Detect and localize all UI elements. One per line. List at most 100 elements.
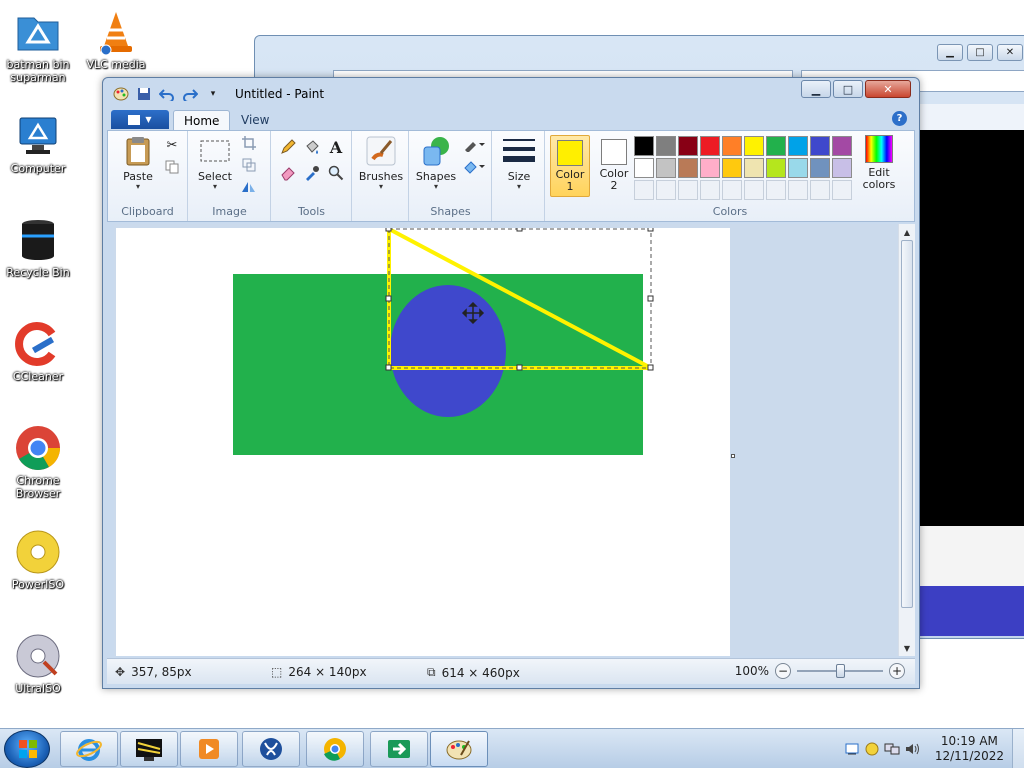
palette-color-swatch[interactable]	[634, 136, 654, 156]
palette-custom-slot[interactable]	[810, 180, 830, 200]
taskbar-video-player[interactable]	[180, 731, 238, 767]
desktop-icon-poweriso[interactable]: PowerISO	[0, 528, 76, 591]
taskbar-media-app[interactable]	[120, 731, 178, 767]
tab-view[interactable]: View	[231, 110, 279, 131]
palette-color-swatch[interactable]	[788, 158, 808, 178]
size-button[interactable]: Size ▾	[499, 135, 539, 191]
desktop-icon-batman[interactable]: batman bin suparman	[0, 8, 76, 84]
taskbar-app-4[interactable]	[242, 731, 300, 767]
palette-color-swatch[interactable]	[634, 158, 654, 178]
palette-color-swatch[interactable]	[744, 158, 764, 178]
close-button[interactable]: ✕	[865, 80, 911, 98]
palette-color-swatch[interactable]	[766, 136, 786, 156]
zoom-in-icon[interactable]: +	[889, 663, 905, 679]
palette-custom-slot[interactable]	[656, 180, 676, 200]
taskbar-ie[interactable]	[60, 731, 118, 767]
copy-icon[interactable]	[162, 157, 182, 177]
paint-app-icon[interactable]	[113, 86, 129, 102]
paste-button[interactable]: Paste ▾	[116, 135, 160, 191]
tab-home[interactable]: Home	[173, 110, 231, 131]
zoom-slider[interactable]	[797, 664, 883, 678]
rotate-icon[interactable]	[239, 177, 259, 197]
maximize-button[interactable]: □	[833, 80, 863, 98]
edit-colors-button[interactable]: Edit colors	[858, 135, 900, 191]
palette-color-swatch[interactable]	[766, 158, 786, 178]
zoom-out-icon[interactable]: −	[775, 663, 791, 679]
text-tool-icon[interactable]: A	[326, 137, 346, 157]
outline-icon[interactable]	[462, 135, 486, 155]
customize-qat-icon[interactable]: ▾	[205, 86, 221, 102]
color-picker-icon[interactable]	[302, 163, 322, 183]
zoom-slider-thumb[interactable]	[836, 664, 845, 678]
system-clock[interactable]: 10:19 AM 12/11/2022	[935, 734, 1004, 764]
network-icon[interactable]	[884, 741, 900, 757]
palette-color-swatch[interactable]	[832, 136, 852, 156]
disc-icon	[14, 632, 62, 680]
palette-custom-slot[interactable]	[634, 180, 654, 200]
palette-custom-slot[interactable]	[678, 180, 698, 200]
desktop-icon-computer[interactable]: Computer	[0, 112, 76, 175]
palette-color-swatch[interactable]	[832, 158, 852, 178]
palette-color-swatch[interactable]	[656, 136, 676, 156]
brushes-button[interactable]: Brushes ▾	[357, 135, 405, 191]
redo-icon[interactable]	[182, 86, 198, 102]
palette-custom-slot[interactable]	[788, 180, 808, 200]
palette-color-swatch[interactable]	[700, 158, 720, 178]
canvas-resize-handle[interactable]	[731, 454, 735, 458]
start-button[interactable]	[4, 730, 50, 768]
palette-color-swatch[interactable]	[810, 158, 830, 178]
fill-icon[interactable]	[302, 137, 322, 157]
color1-button[interactable]: Color 1	[550, 135, 590, 197]
palette-color-swatch[interactable]	[788, 136, 808, 156]
palette-custom-slot[interactable]	[766, 180, 786, 200]
magnifier-icon[interactable]	[326, 163, 346, 183]
vertical-scrollbar[interactable]: ▲ ▼	[898, 224, 915, 656]
palette-color-swatch[interactable]	[678, 158, 698, 178]
palette-custom-slot[interactable]	[722, 180, 742, 200]
drawing-canvas[interactable]	[116, 225, 730, 656]
eraser-icon[interactable]	[278, 163, 298, 183]
select-button[interactable]: Select ▾	[195, 135, 235, 191]
save-icon[interactable]	[136, 86, 152, 102]
action-center-icon[interactable]	[844, 741, 860, 757]
paint-menu-button[interactable]: ▼	[111, 110, 169, 129]
scroll-thumb[interactable]	[901, 240, 913, 608]
cut-icon[interactable]: ✂	[162, 135, 182, 155]
show-desktop-button[interactable]	[1012, 729, 1024, 768]
palette-color-swatch[interactable]	[678, 136, 698, 156]
undo-icon[interactable]	[159, 86, 175, 102]
close-icon[interactable]: ✕	[997, 44, 1023, 61]
maximize-icon[interactable]: □	[967, 44, 993, 61]
palette-color-swatch[interactable]	[656, 158, 676, 178]
crop-icon[interactable]	[239, 133, 259, 153]
desktop-icon-recycle-bin[interactable]: Recycle Bin	[0, 216, 76, 279]
fill-bucket-icon[interactable]	[462, 157, 486, 177]
volume-icon[interactable]	[904, 741, 920, 757]
taskbar-paint[interactable]	[430, 731, 488, 767]
desktop-icon-chrome[interactable]: Chrome Browser	[0, 424, 76, 500]
color2-button[interactable]: Color 2	[594, 135, 634, 197]
palette-color-swatch[interactable]	[700, 136, 720, 156]
palette-custom-slot[interactable]	[832, 180, 852, 200]
warning-icon[interactable]	[864, 741, 880, 757]
help-icon[interactable]: ?	[892, 111, 907, 126]
palette-color-swatch[interactable]	[722, 136, 742, 156]
desktop-icon-vlc[interactable]: VLC media	[78, 8, 154, 71]
title-bar[interactable]: ▾ Untitled - Paint ▁ □ ✕	[103, 78, 919, 108]
desktop-icon-ultraiso[interactable]: UltraISO	[0, 632, 76, 695]
palette-custom-slot[interactable]	[700, 180, 720, 200]
palette-color-swatch[interactable]	[744, 136, 764, 156]
minimize-icon[interactable]: ▁	[937, 44, 963, 61]
taskbar-chrome-app[interactable]	[306, 731, 364, 767]
taskbar-app-6[interactable]	[370, 731, 428, 767]
resize-icon[interactable]	[239, 155, 259, 175]
scroll-down-icon[interactable]: ▼	[899, 640, 915, 656]
palette-color-swatch[interactable]	[810, 136, 830, 156]
desktop-icon-ccleaner[interactable]: CCleaner	[0, 320, 76, 383]
scroll-up-icon[interactable]: ▲	[899, 224, 915, 240]
minimize-button[interactable]: ▁	[801, 80, 831, 98]
palette-custom-slot[interactable]	[744, 180, 764, 200]
shapes-button[interactable]: Shapes ▾	[414, 135, 458, 191]
pencil-icon[interactable]	[278, 137, 298, 157]
palette-color-swatch[interactable]	[722, 158, 742, 178]
